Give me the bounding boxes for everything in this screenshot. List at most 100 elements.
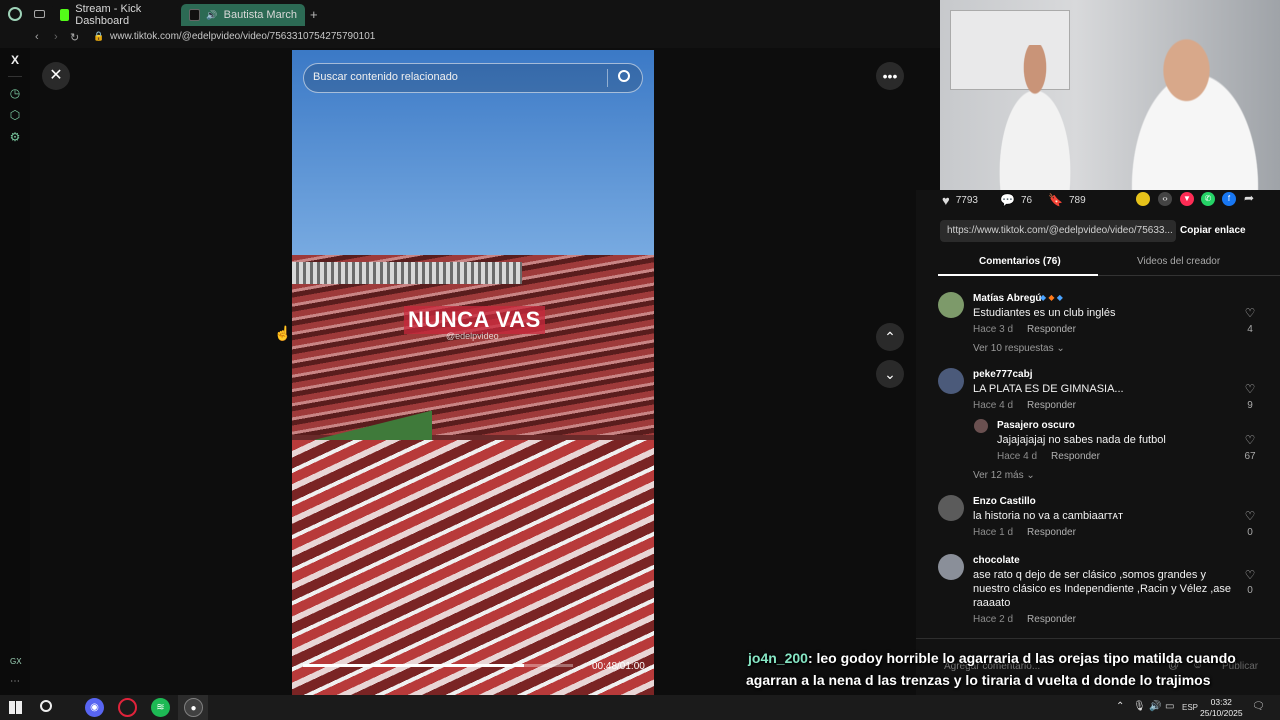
reply-button[interactable]: Responder: [1027, 324, 1076, 335]
avatar[interactable]: [938, 554, 964, 580]
url-field[interactable]: www.tiktok.com/@edelpvideo/video/7563310…: [110, 31, 375, 42]
spotify-icon[interactable]: ≋: [151, 698, 170, 717]
avatar[interactable]: [938, 292, 964, 318]
tab-islands-icon[interactable]: [34, 10, 45, 18]
microphone-icon[interactable]: 🎙: [1133, 701, 1146, 712]
tab-kick-dashboard[interactable]: Stream - Kick Dashboard: [52, 3, 178, 27]
history-icon[interactable]: ◷: [7, 85, 23, 101]
embed-icon[interactable]: ‹›: [1158, 192, 1172, 206]
sidebar-divider: [8, 76, 22, 77]
view-replies-label: Ver 10 respuestas: [973, 343, 1054, 354]
send-icon[interactable]: ▼: [1180, 192, 1194, 206]
share-link-field[interactable]: https://www.tiktok.com/@edelpvideo/video…: [940, 220, 1176, 242]
search-icon[interactable]: [618, 70, 630, 82]
language-indicator[interactable]: ESP: [1182, 703, 1198, 712]
webcam-person-right: [1110, 35, 1280, 190]
settings-icon[interactable]: ⚙: [7, 129, 23, 145]
x-twitter-icon[interactable]: X: [7, 52, 23, 68]
comment-username[interactable]: peke777cabj: [973, 369, 1033, 380]
comment-like-count: 67: [1244, 451, 1256, 462]
bookmark-icon: 🔖: [1048, 193, 1063, 207]
comment-username[interactable]: Matías Abregú: [973, 293, 1042, 304]
likes-count: 7793: [955, 195, 978, 206]
volume-icon[interactable]: 🔊: [1149, 701, 1161, 712]
next-video-button[interactable]: ⌄: [876, 360, 904, 388]
opera-menu-icon[interactable]: [8, 7, 22, 21]
video-watermark: @edelpvideo: [446, 331, 499, 341]
active-app-indicator: [178, 695, 208, 720]
chat-text-1: : leo godoy horrible lo agarraria d las …: [807, 650, 1236, 666]
back-icon[interactable]: ‹: [35, 31, 39, 43]
tab-comments[interactable]: Comentarios (76): [979, 256, 1061, 267]
comment-meta: Hace 1 d Responder: [973, 527, 1076, 538]
video-player[interactable]: [292, 50, 654, 695]
more-options-button[interactable]: •••: [876, 62, 904, 90]
comments-count: 76: [1020, 194, 1033, 206]
forward-icon[interactable]: ›: [54, 31, 58, 43]
comment-text: Estudiantes es un club inglés: [973, 307, 1116, 319]
share-more-icon[interactable]: ➦: [1244, 191, 1254, 205]
discord-icon[interactable]: ◉: [85, 698, 104, 717]
avatar[interactable]: [938, 495, 964, 521]
gif-share-icon[interactable]: [1136, 192, 1150, 206]
previous-video-button[interactable]: ⌃: [876, 323, 904, 351]
view-more-label: Ver 12 más: [973, 470, 1024, 481]
extensions-icon[interactable]: ⬡: [7, 107, 23, 123]
reply-button[interactable]: Responder: [1027, 614, 1076, 625]
saves-stat[interactable]: 🔖 789: [1048, 193, 1086, 207]
comment-like-icon[interactable]: ♡: [1243, 568, 1257, 582]
system-clock[interactable]: 03:32 25/10/2025: [1200, 697, 1243, 719]
comment-like-count: 0: [1247, 585, 1253, 596]
tiktok-favicon: [189, 9, 201, 21]
new-tab-button[interactable]: +: [310, 7, 318, 22]
comment-username[interactable]: chocolate: [973, 555, 1020, 566]
start-icon[interactable]: [9, 701, 22, 714]
close-button[interactable]: ✕: [42, 62, 70, 90]
reply-button[interactable]: Responder: [1051, 451, 1100, 462]
webcam-overlay: [940, 0, 1280, 190]
comment-like-count: 0: [1247, 527, 1253, 538]
reload-icon[interactable]: ↻: [70, 31, 79, 44]
comment-text: LA PLATA ES DE GIMNASIA...: [973, 383, 1124, 395]
tab-label: Bautista Marchesini: [223, 9, 297, 21]
chat-username: jo4n_200: [748, 650, 808, 666]
avatar[interactable]: [938, 368, 964, 394]
comment-time: Hace 2 d: [973, 614, 1014, 625]
search-icon[interactable]: [40, 700, 52, 712]
tab-creator-videos[interactable]: Videos del creador: [1137, 256, 1220, 267]
comment-input-divider: [916, 638, 1280, 639]
likes-stat[interactable]: ♥ 7793: [942, 193, 978, 208]
heart-icon: ♥: [942, 193, 950, 208]
reply-username[interactable]: Pasajero oscuro: [997, 420, 1075, 431]
sidebar-more-icon[interactable]: ⋯: [10, 676, 20, 687]
browser-sidebar: [0, 48, 30, 695]
comment-username[interactable]: Enzo Castillo: [973, 496, 1036, 507]
comments-stat[interactable]: 💬 76: [1000, 193, 1032, 207]
comment-text: la historia no va a cambiaarᴛᴀᴛ: [973, 510, 1124, 522]
opera-gx-icon[interactable]: [118, 698, 137, 717]
reply-button[interactable]: Responder: [1027, 527, 1076, 538]
chevron-down-icon: ⌄: [1026, 470, 1035, 481]
comment-like-icon[interactable]: ♡: [1243, 306, 1257, 320]
view-replies-button[interactable]: Ver 10 respuestas ⌄: [973, 343, 1065, 354]
network-icon[interactable]: ▭: [1165, 701, 1174, 712]
comment-time: Hace 4 d: [997, 451, 1038, 462]
copy-link-button[interactable]: Copiar enlace: [1180, 225, 1246, 236]
clock-date: 25/10/2025: [1200, 708, 1243, 718]
comment-like-icon[interactable]: ♡: [1243, 509, 1257, 523]
sidebar-gx-label: GX: [10, 657, 22, 666]
notifications-icon[interactable]: 🗨: [1252, 701, 1265, 712]
tab-tiktok[interactable]: 🔊 Bautista Marchesini: [181, 4, 305, 26]
tray-chevron-icon[interactable]: ⌃: [1116, 701, 1124, 712]
speaker-icon[interactable]: 🔊: [206, 10, 217, 21]
comment-meta: Hace 2 d Responder: [973, 614, 1076, 625]
view-more-replies-button[interactable]: Ver 12 más ⌄: [973, 470, 1035, 481]
avatar[interactable]: [974, 419, 988, 433]
comment-like-icon[interactable]: ♡: [1243, 382, 1257, 396]
video-stadium-roof: [292, 262, 522, 284]
comment-like-icon[interactable]: ♡: [1243, 433, 1257, 447]
facebook-icon[interactable]: f: [1222, 192, 1236, 206]
clock-time: 03:32: [1210, 697, 1232, 707]
reply-button[interactable]: Responder: [1027, 400, 1076, 411]
whatsapp-icon[interactable]: ✆: [1201, 192, 1215, 206]
